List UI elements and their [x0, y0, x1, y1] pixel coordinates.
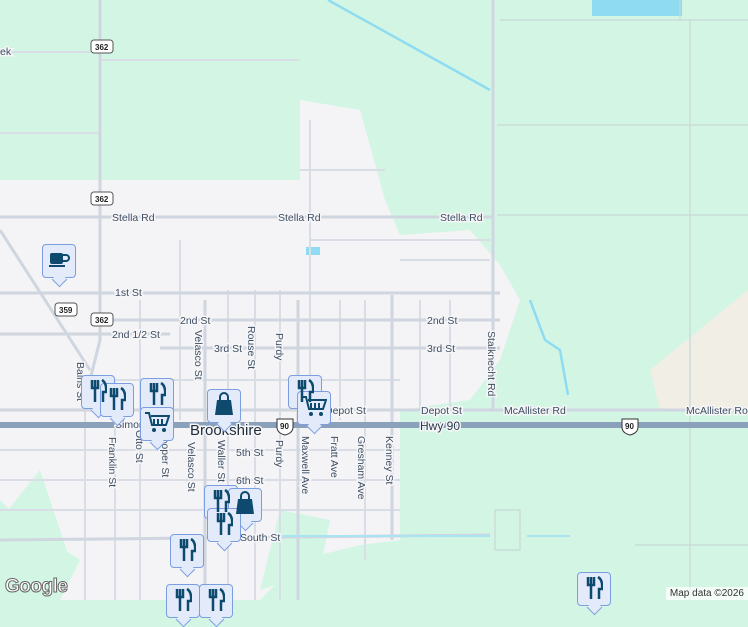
restaurant-icon	[207, 587, 226, 616]
label-mcallister-rd: McAllister Rd	[504, 405, 566, 417]
shopping-cart-icon	[301, 395, 328, 422]
coffee-icon	[48, 250, 70, 273]
restaurant-icon	[148, 381, 167, 410]
label-stella-rd: Stella Rd	[440, 212, 483, 224]
svg-text:362: 362	[95, 316, 109, 325]
restaurant-icon	[585, 575, 604, 604]
shopping-cart-marker[interactable]	[297, 391, 331, 425]
label-2nd-st: 2nd St	[427, 315, 457, 327]
label-velasco-st: Velasco St	[192, 330, 204, 380]
restaurant-icon	[178, 537, 197, 566]
us-90-shield: 90	[276, 418, 294, 436]
label-2nd-half-st: 2nd 1/2 St	[112, 329, 160, 341]
label-gresham-ave: Gresham Ave	[355, 436, 367, 500]
label-purdy: Purdy	[273, 440, 285, 468]
google-logo: Google	[4, 576, 68, 598]
map-canvas[interactable]: ek Stella Rd Stella Rd Stella Rd 1st St …	[0, 0, 748, 600]
label-purdy: Purdy	[273, 333, 285, 361]
label-waller-st: Waller St	[215, 440, 227, 482]
route-359-shield: 359	[54, 302, 78, 317]
svg-text:90: 90	[280, 422, 289, 431]
route-362-shield: 362	[90, 191, 114, 206]
pond	[306, 247, 320, 255]
restaurant-marker[interactable]	[166, 584, 200, 618]
route-362-shield: 362	[90, 39, 114, 54]
label-creek: ek	[0, 46, 12, 58]
label-depot-st: Depot St	[421, 405, 462, 417]
restaurant-marker[interactable]	[170, 534, 204, 568]
label-stella-rd: Stella Rd	[112, 212, 155, 224]
pond	[592, 0, 682, 16]
label-stalknecht-rd: Stalknecht Rd	[485, 331, 497, 397]
label-1st-st: 1st St	[115, 287, 142, 299]
label-5th-st: 5th St	[236, 447, 264, 459]
shopping-bag-icon	[214, 391, 234, 421]
restaurant-icon	[215, 511, 234, 540]
svg-text:90: 90	[625, 422, 634, 431]
restaurant-icon	[108, 386, 127, 415]
label-mcallister-rd: McAllister Ro	[686, 405, 748, 417]
label-6th-st: 6th St	[236, 475, 264, 487]
svg-text:359: 359	[59, 306, 73, 315]
restaurant-icon	[174, 587, 193, 616]
label-3rd-st: 3rd St	[214, 343, 242, 355]
label-south-st: South St	[240, 532, 280, 544]
label-hwy-90: Hwy 90	[420, 419, 460, 433]
us-90-shield: 90	[621, 418, 639, 436]
label-2nd-st: 2nd St	[180, 315, 210, 327]
coffee-marker[interactable]	[42, 244, 76, 278]
label-3rd-st: 3rd St	[427, 343, 455, 355]
label-kenney-st: Kenney St	[383, 436, 395, 485]
shopping-cart-icon	[144, 411, 171, 438]
restaurant-marker[interactable]	[199, 584, 233, 618]
label-velasco-st: Velasco St	[185, 442, 197, 492]
label-franklin-st: Franklin St	[106, 437, 118, 487]
label-fratt-ave: Fratt Ave	[328, 436, 340, 478]
route-362-shield: 362	[90, 312, 114, 327]
label-rouse-st: Rouse St	[245, 326, 257, 369]
label-stella-rd: Stella Rd	[278, 212, 321, 224]
label-maxwell-ave: Maxwell Ave	[299, 436, 311, 494]
map-attribution[interactable]: Map data ©2026	[665, 587, 748, 600]
svg-text:362: 362	[95, 43, 109, 52]
farmland-area	[650, 290, 748, 410]
label-depot-st: Depot St	[325, 405, 366, 417]
field-boundaries	[494, 0, 748, 600]
shopping-bag-marker[interactable]	[207, 389, 241, 423]
shopping-cart-marker[interactable]	[140, 407, 174, 441]
restaurant-marker[interactable]	[577, 572, 611, 606]
svg-text:362: 362	[95, 195, 109, 204]
